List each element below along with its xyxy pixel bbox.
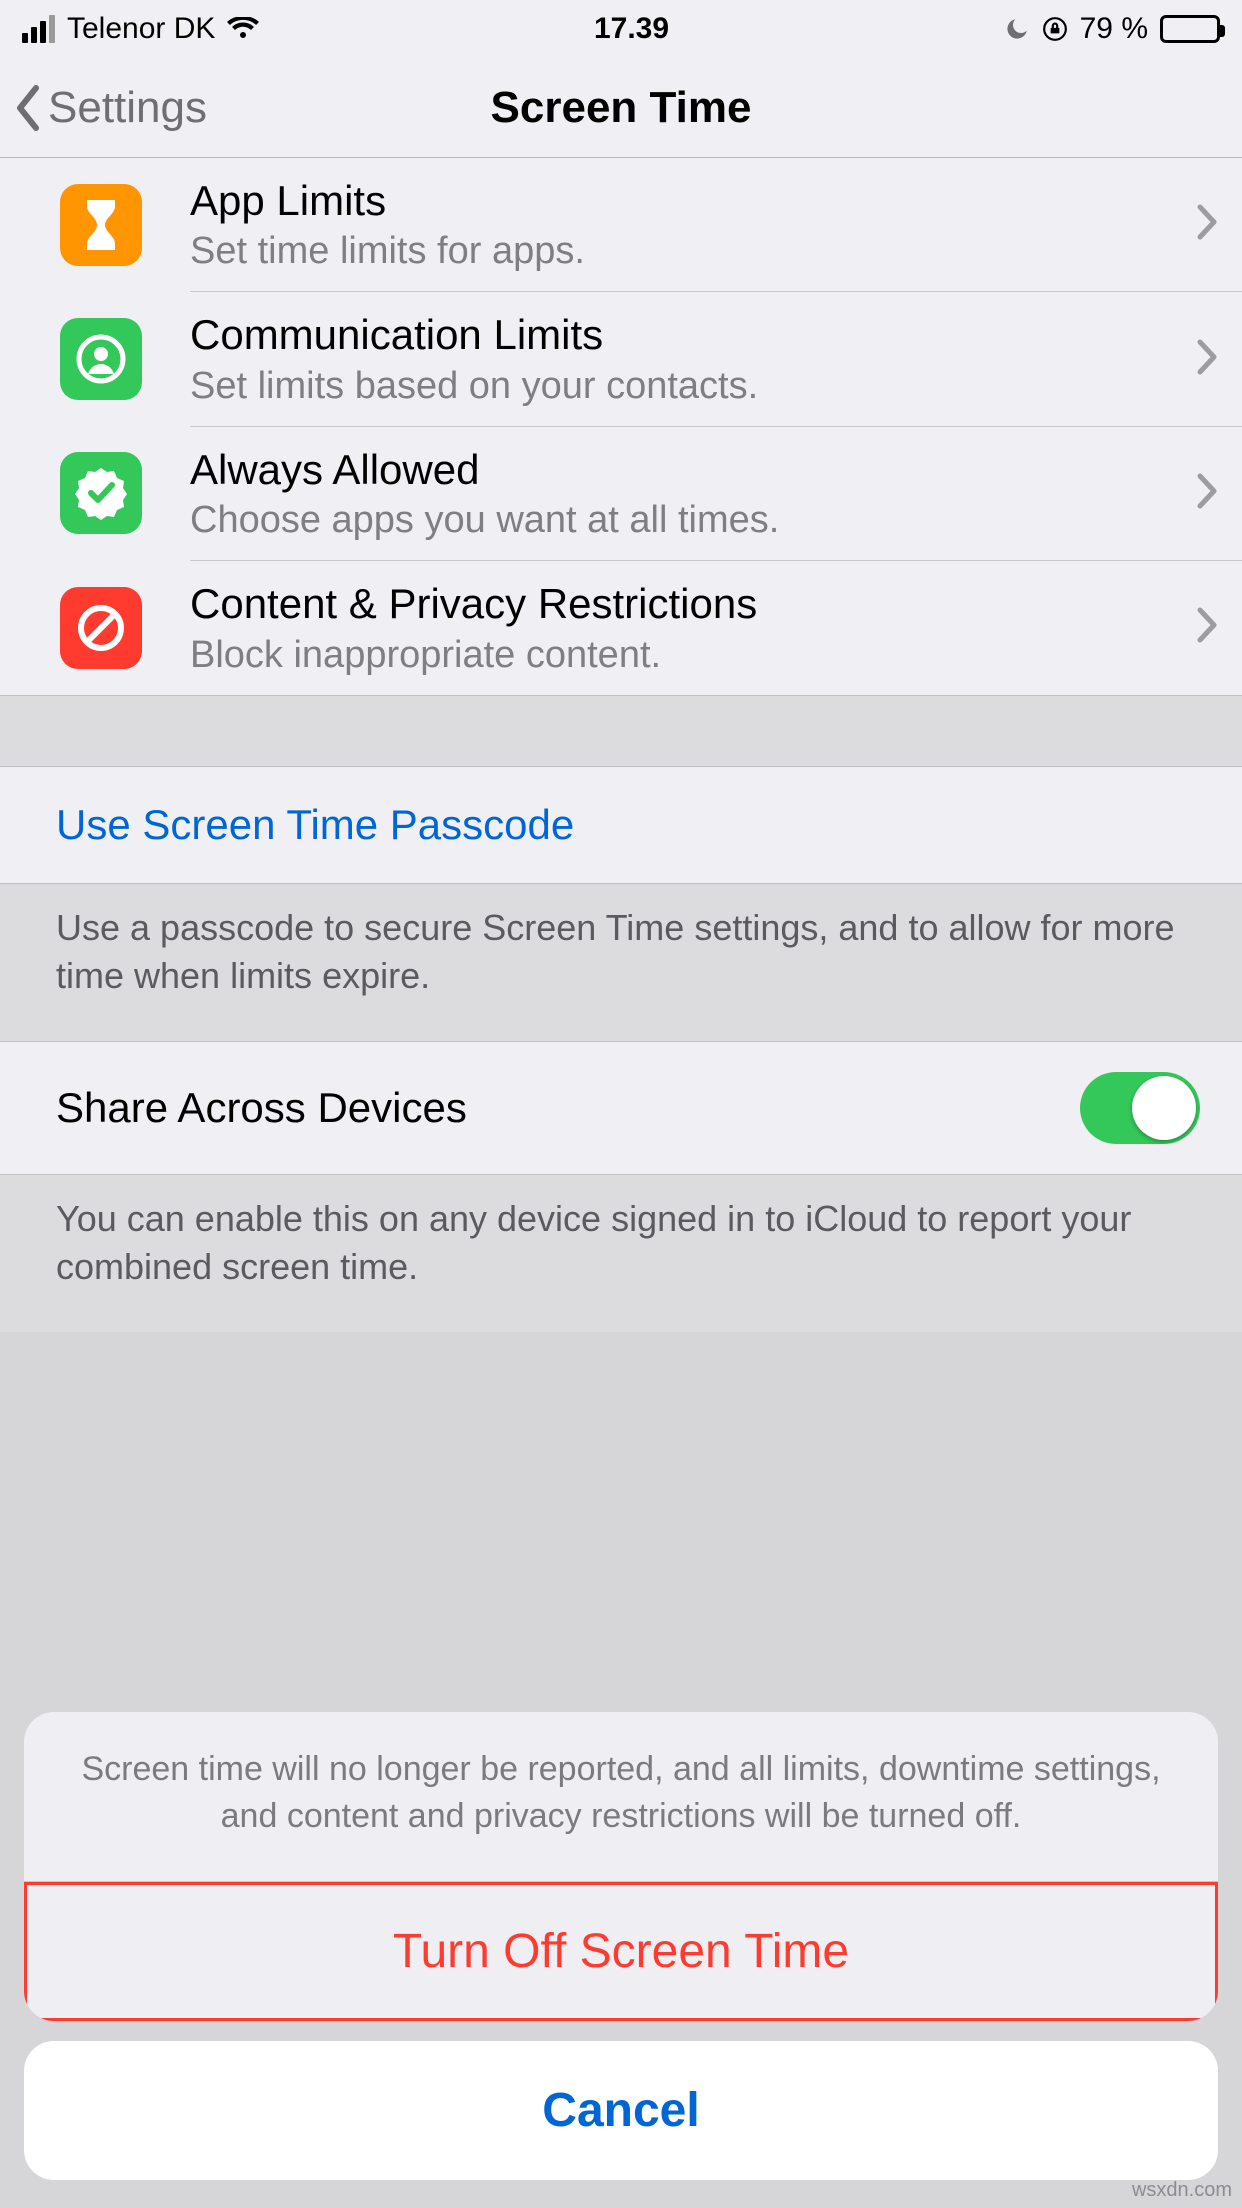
cellular-signal-icon: [22, 15, 55, 43]
share-toggle[interactable]: [1080, 1072, 1200, 1144]
row-title: App Limits: [190, 176, 1184, 226]
checkmark-seal-icon: [60, 452, 142, 534]
passcode-footer: Use a passcode to secure Screen Time set…: [0, 884, 1242, 1041]
action-sheet-message: Screen time will no longer be reported, …: [24, 1712, 1218, 1881]
row-app-limits[interactable]: App Limits Set time limits for apps.: [0, 158, 1242, 291]
battery-percent: 79 %: [1080, 12, 1148, 46]
contact-icon: [60, 318, 142, 400]
status-time: 17.39: [594, 12, 669, 46]
status-bar: Telenor DK 17.39 79 %: [0, 0, 1242, 58]
cancel-button[interactable]: Cancel: [24, 2041, 1218, 2180]
row-title: Always Allowed: [190, 445, 1184, 495]
do-not-disturb-icon: [1004, 16, 1030, 42]
wifi-icon: [227, 17, 259, 41]
row-communication-limits[interactable]: Communication Limits Set limits based on…: [0, 292, 1242, 425]
chevron-right-icon: [1196, 203, 1218, 246]
action-sheet: Screen time will no longer be reported, …: [24, 1712, 1218, 2180]
watermark: wsxdn.com: [1132, 2179, 1232, 2202]
share-label: Share Across Devices: [56, 1084, 1080, 1132]
back-label: Settings: [48, 83, 207, 133]
back-button[interactable]: Settings: [0, 83, 207, 133]
row-share-across-devices[interactable]: Share Across Devices: [0, 1041, 1242, 1175]
turn-off-screen-time-button[interactable]: Turn Off Screen Time: [24, 1882, 1218, 2021]
chevron-right-icon: [1196, 606, 1218, 649]
carrier-label: Telenor DK: [67, 12, 215, 46]
no-entry-icon: [60, 587, 142, 669]
row-subtitle: Choose apps you want at all times.: [190, 499, 1184, 542]
row-subtitle: Set time limits for apps.: [190, 230, 1184, 273]
share-footer: You can enable this on any device signed…: [0, 1175, 1242, 1332]
chevron-left-icon: [14, 84, 42, 132]
row-subtitle: Block inappropriate content.: [190, 634, 1184, 677]
navigation-bar: Settings Screen Time: [0, 58, 1242, 158]
row-content-privacy[interactable]: Content & Privacy Restrictions Block ina…: [0, 561, 1242, 694]
orientation-lock-icon: [1042, 16, 1068, 42]
action-sheet-main: Screen time will no longer be reported, …: [24, 1712, 1218, 2021]
hourglass-icon: [60, 184, 142, 266]
row-title: Communication Limits: [190, 310, 1184, 360]
chevron-right-icon: [1196, 338, 1218, 381]
chevron-right-icon: [1196, 472, 1218, 515]
row-always-allowed[interactable]: Always Allowed Choose apps you want at a…: [0, 427, 1242, 560]
row-subtitle: Set limits based on your contacts.: [190, 365, 1184, 408]
use-passcode-link[interactable]: Use Screen Time Passcode: [0, 767, 1242, 884]
status-right: 79 %: [1004, 12, 1220, 46]
battery-icon: [1160, 15, 1220, 43]
settings-group: App Limits Set time limits for apps. Com…: [0, 158, 1242, 695]
status-left: Telenor DK: [22, 12, 259, 46]
row-title: Content & Privacy Restrictions: [190, 579, 1184, 629]
section-spacer: [0, 695, 1242, 767]
